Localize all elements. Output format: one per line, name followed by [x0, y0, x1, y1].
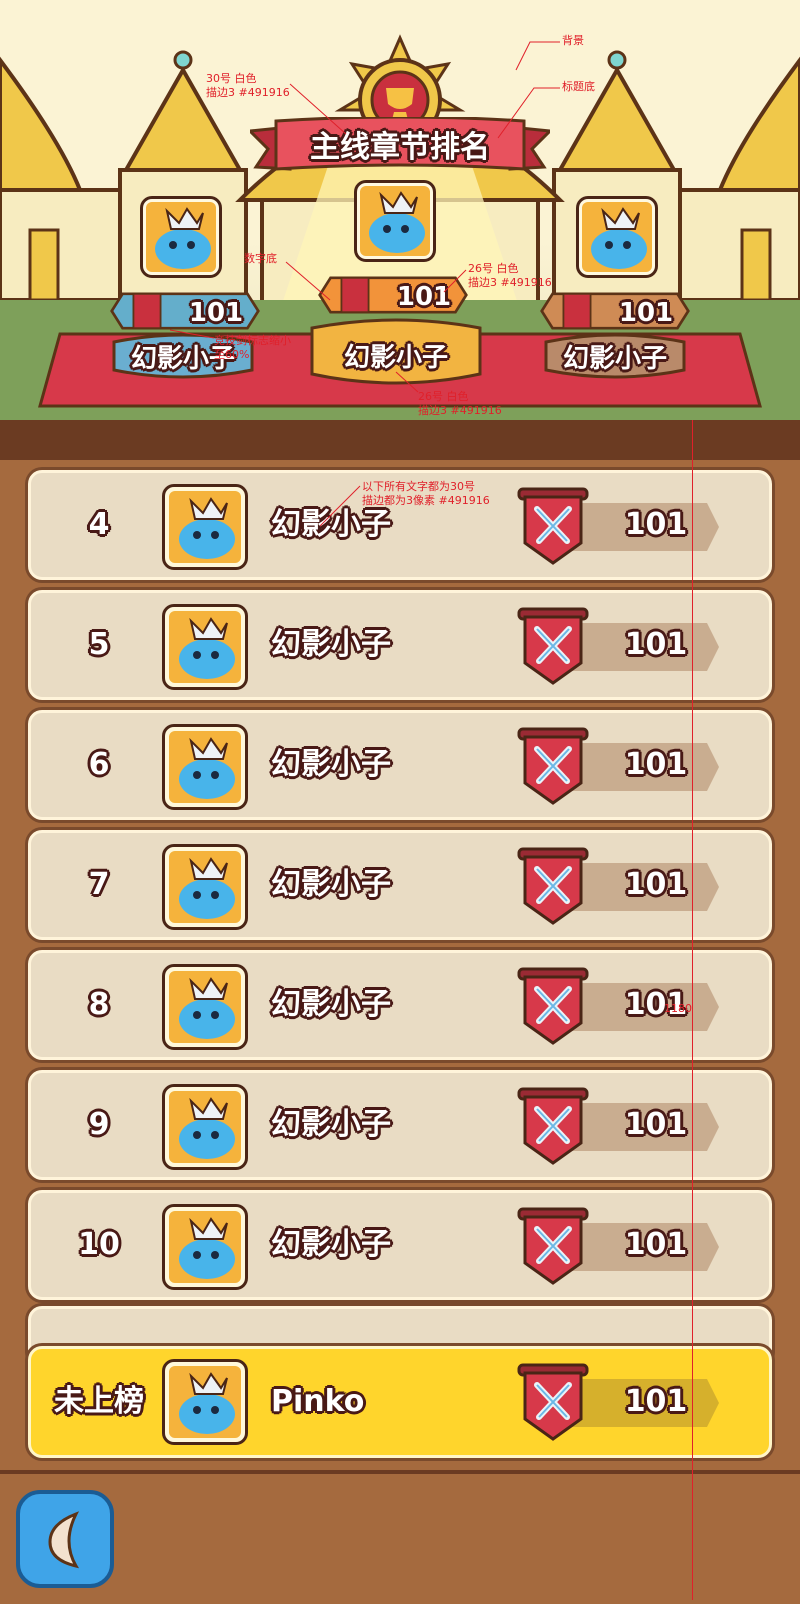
avatar [162, 724, 248, 810]
table-row[interactable]: 5 幻影小子 101 [28, 590, 772, 700]
rank-number: 4 [88, 507, 110, 542]
avatar [162, 484, 248, 570]
sword-badge-icon [517, 1207, 589, 1285]
avatar [162, 1204, 248, 1290]
bottom-bar [0, 1470, 800, 1604]
player-avatar-icon [169, 491, 241, 563]
sword-badge-icon [517, 1363, 589, 1441]
self-score: 101 [624, 1384, 688, 1419]
player-score: 101 [624, 1227, 688, 1262]
avatar [162, 964, 248, 1050]
table-row[interactable]: 9 幻影小子 101 [28, 1070, 772, 1180]
rank-number: 6 [88, 747, 110, 782]
sword-badge-icon [517, 1087, 589, 1165]
rank-number: 5 [88, 627, 110, 662]
avatar [162, 844, 248, 930]
player-avatar-icon [169, 731, 241, 803]
table-row[interactable]: 6 幻影小子 101 [28, 710, 772, 820]
self-rank-row[interactable]: 未上榜 Pinko 101 [28, 1346, 772, 1458]
player-score: 101 [624, 867, 688, 902]
avatar [162, 1359, 248, 1445]
sword-badge-icon [517, 727, 589, 805]
avatar [162, 1084, 248, 1170]
player-score: 101 [624, 627, 688, 662]
player-name: 幻影小子 [271, 747, 391, 782]
player-name: 幻影小子 [271, 1107, 391, 1142]
player-name: 幻影小子 [271, 627, 391, 662]
player-avatar-icon [169, 1091, 241, 1163]
table-row[interactable]: 7 幻影小子 101 [28, 830, 772, 940]
player-score: 101 [624, 987, 688, 1022]
table-row[interactable]: 8 幻影小子 101 [28, 950, 772, 1060]
table-row[interactable]: 10 幻影小子 101 [28, 1190, 772, 1300]
annotation-height-marker: 1180 [664, 1002, 692, 1015]
player-score: 101 [624, 747, 688, 782]
back-button[interactable] [16, 1490, 114, 1588]
avatar [162, 604, 248, 690]
sword-badge-icon [517, 967, 589, 1045]
rank-number: 9 [88, 1107, 110, 1142]
self-name: Pinko [271, 1384, 365, 1419]
player-avatar-icon [169, 1211, 241, 1283]
annotation-leaders [169, 41, 560, 393]
back-arrow-icon [48, 1511, 80, 1569]
list-header-bar [0, 420, 800, 460]
player-avatar-icon [169, 611, 241, 683]
ranking-list[interactable]: 以下所有文字都为30号 描边都为3像素 #491916 4 幻影小子 101 5 幻影小… [0, 460, 800, 1470]
self-rank-label: 未上榜 [54, 1384, 144, 1419]
rank-number: 10 [78, 1227, 120, 1262]
player-name: 幻影小子 [271, 987, 391, 1022]
player-name: 幻影小子 [271, 867, 391, 902]
player-score: 101 [624, 1107, 688, 1142]
measure-line [692, 420, 693, 1600]
rank-number: 7 [88, 867, 110, 902]
rank-number: 8 [88, 987, 110, 1022]
annotation-leader [319, 485, 361, 527]
sword-badge-icon [517, 607, 589, 685]
sword-badge-icon [517, 847, 589, 925]
player-avatar-icon [169, 971, 241, 1043]
player-name: 幻影小子 [271, 1227, 391, 1262]
podium-scene: 主线章节排名 101 幻影小子 101 幻影小子 101 幻影小子 背景 标题底… [0, 0, 800, 440]
player-avatar-icon [169, 851, 241, 923]
player-avatar-icon [169, 1366, 241, 1438]
